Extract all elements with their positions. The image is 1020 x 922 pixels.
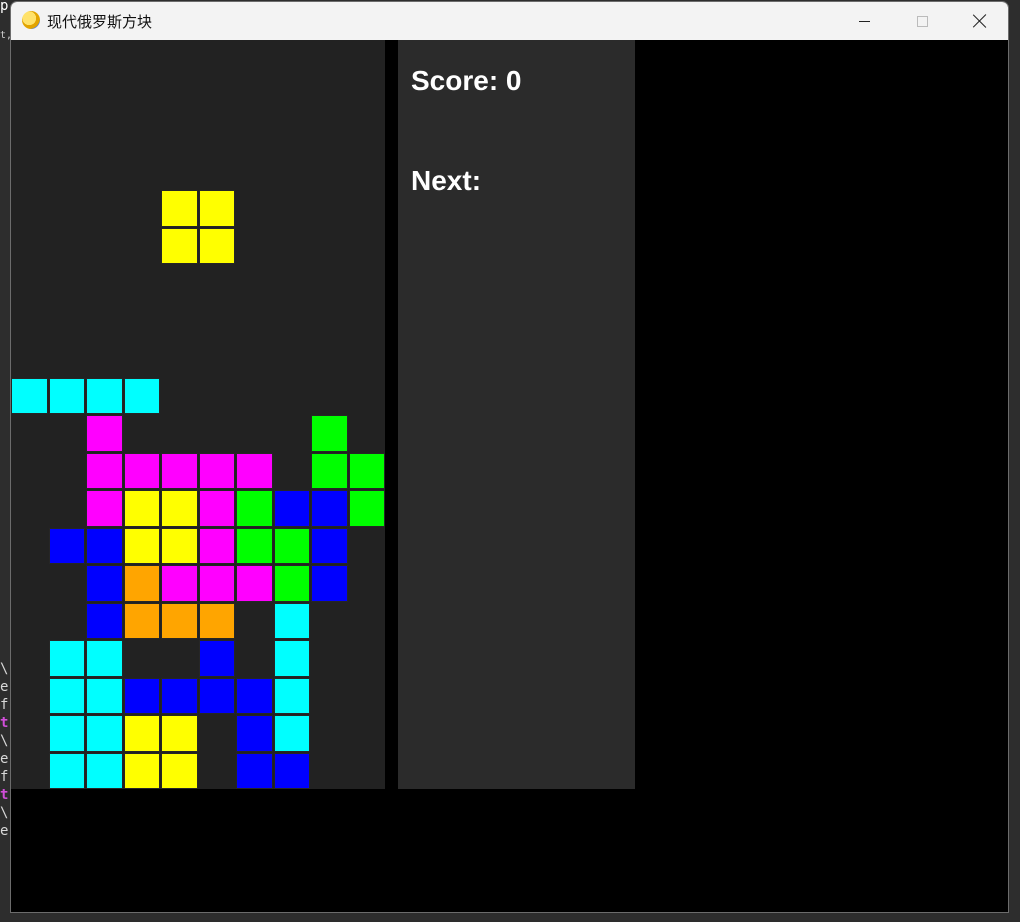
- locked-block: [273, 565, 310, 602]
- locked-block: [161, 752, 198, 789]
- locked-block: [311, 527, 348, 564]
- locked-block: [311, 415, 348, 452]
- locked-block: [123, 752, 160, 789]
- locked-block: [123, 452, 160, 489]
- locked-block: [348, 490, 385, 527]
- locked-block: [236, 715, 273, 752]
- window-title: 现代俄罗斯方块: [47, 13, 153, 31]
- locked-block: [273, 527, 310, 564]
- falling-block: [161, 227, 198, 264]
- background-terminal-text: p: [0, 0, 9, 14]
- locked-block: [48, 752, 85, 789]
- locked-block: [311, 490, 348, 527]
- locked-block: [236, 565, 273, 602]
- game-board: [11, 40, 385, 789]
- locked-block: [311, 565, 348, 602]
- locked-block: [86, 752, 123, 789]
- locked-block: [311, 452, 348, 489]
- locked-block: [48, 527, 85, 564]
- locked-block: [123, 565, 160, 602]
- falling-block: [198, 227, 235, 264]
- locked-block: [161, 452, 198, 489]
- locked-block: [273, 715, 310, 752]
- locked-block: [123, 490, 160, 527]
- locked-block: [123, 677, 160, 714]
- locked-block: [86, 415, 123, 452]
- locked-block: [236, 527, 273, 564]
- locked-block: [86, 602, 123, 639]
- locked-block: [48, 715, 85, 752]
- locked-block: [198, 602, 235, 639]
- locked-block: [86, 490, 123, 527]
- locked-block: [123, 527, 160, 564]
- locked-block: [86, 527, 123, 564]
- locked-block: [123, 715, 160, 752]
- locked-block: [48, 640, 85, 677]
- minimize-icon: [858, 20, 870, 22]
- locked-block: [273, 640, 310, 677]
- maximize-button[interactable]: [893, 2, 951, 40]
- locked-block: [236, 677, 273, 714]
- locked-block: [86, 377, 123, 414]
- locked-block: [198, 565, 235, 602]
- locked-block: [48, 677, 85, 714]
- title-bar[interactable]: 现代俄罗斯方块: [11, 2, 1008, 40]
- locked-block: [236, 752, 273, 789]
- minimize-button[interactable]: [835, 2, 893, 40]
- locked-block: [198, 452, 235, 489]
- locked-block: [161, 565, 198, 602]
- locked-block: [198, 677, 235, 714]
- locked-block: [86, 715, 123, 752]
- locked-block: [86, 565, 123, 602]
- locked-block: [123, 377, 160, 414]
- locked-block: [348, 452, 385, 489]
- locked-block: [273, 677, 310, 714]
- next-label: Next:: [411, 165, 482, 196]
- locked-block: [86, 640, 123, 677]
- locked-block: [11, 377, 48, 414]
- side-panel: Score: 0 Next:: [398, 40, 635, 789]
- locked-block: [198, 490, 235, 527]
- locked-block: [161, 490, 198, 527]
- locked-block: [273, 602, 310, 639]
- close-icon: [973, 14, 987, 28]
- close-button[interactable]: [951, 2, 1008, 40]
- locked-block: [86, 677, 123, 714]
- locked-block: [161, 527, 198, 564]
- maximize-icon: [916, 15, 928, 27]
- falling-block: [161, 190, 198, 227]
- locked-block: [236, 452, 273, 489]
- locked-block: [161, 602, 198, 639]
- locked-block: [161, 715, 198, 752]
- locked-block: [273, 490, 310, 527]
- locked-block: [198, 527, 235, 564]
- locked-block: [273, 752, 310, 789]
- pygame-icon: [22, 11, 40, 29]
- locked-block: [48, 377, 85, 414]
- locked-block: [161, 677, 198, 714]
- locked-block: [86, 452, 123, 489]
- locked-block: [198, 640, 235, 677]
- locked-block: [123, 602, 160, 639]
- locked-block: [236, 490, 273, 527]
- score-label: Score: 0: [411, 65, 522, 96]
- game-window: 现代俄罗斯方块 Score: 0 Next:: [10, 1, 1009, 913]
- falling-block: [198, 190, 235, 227]
